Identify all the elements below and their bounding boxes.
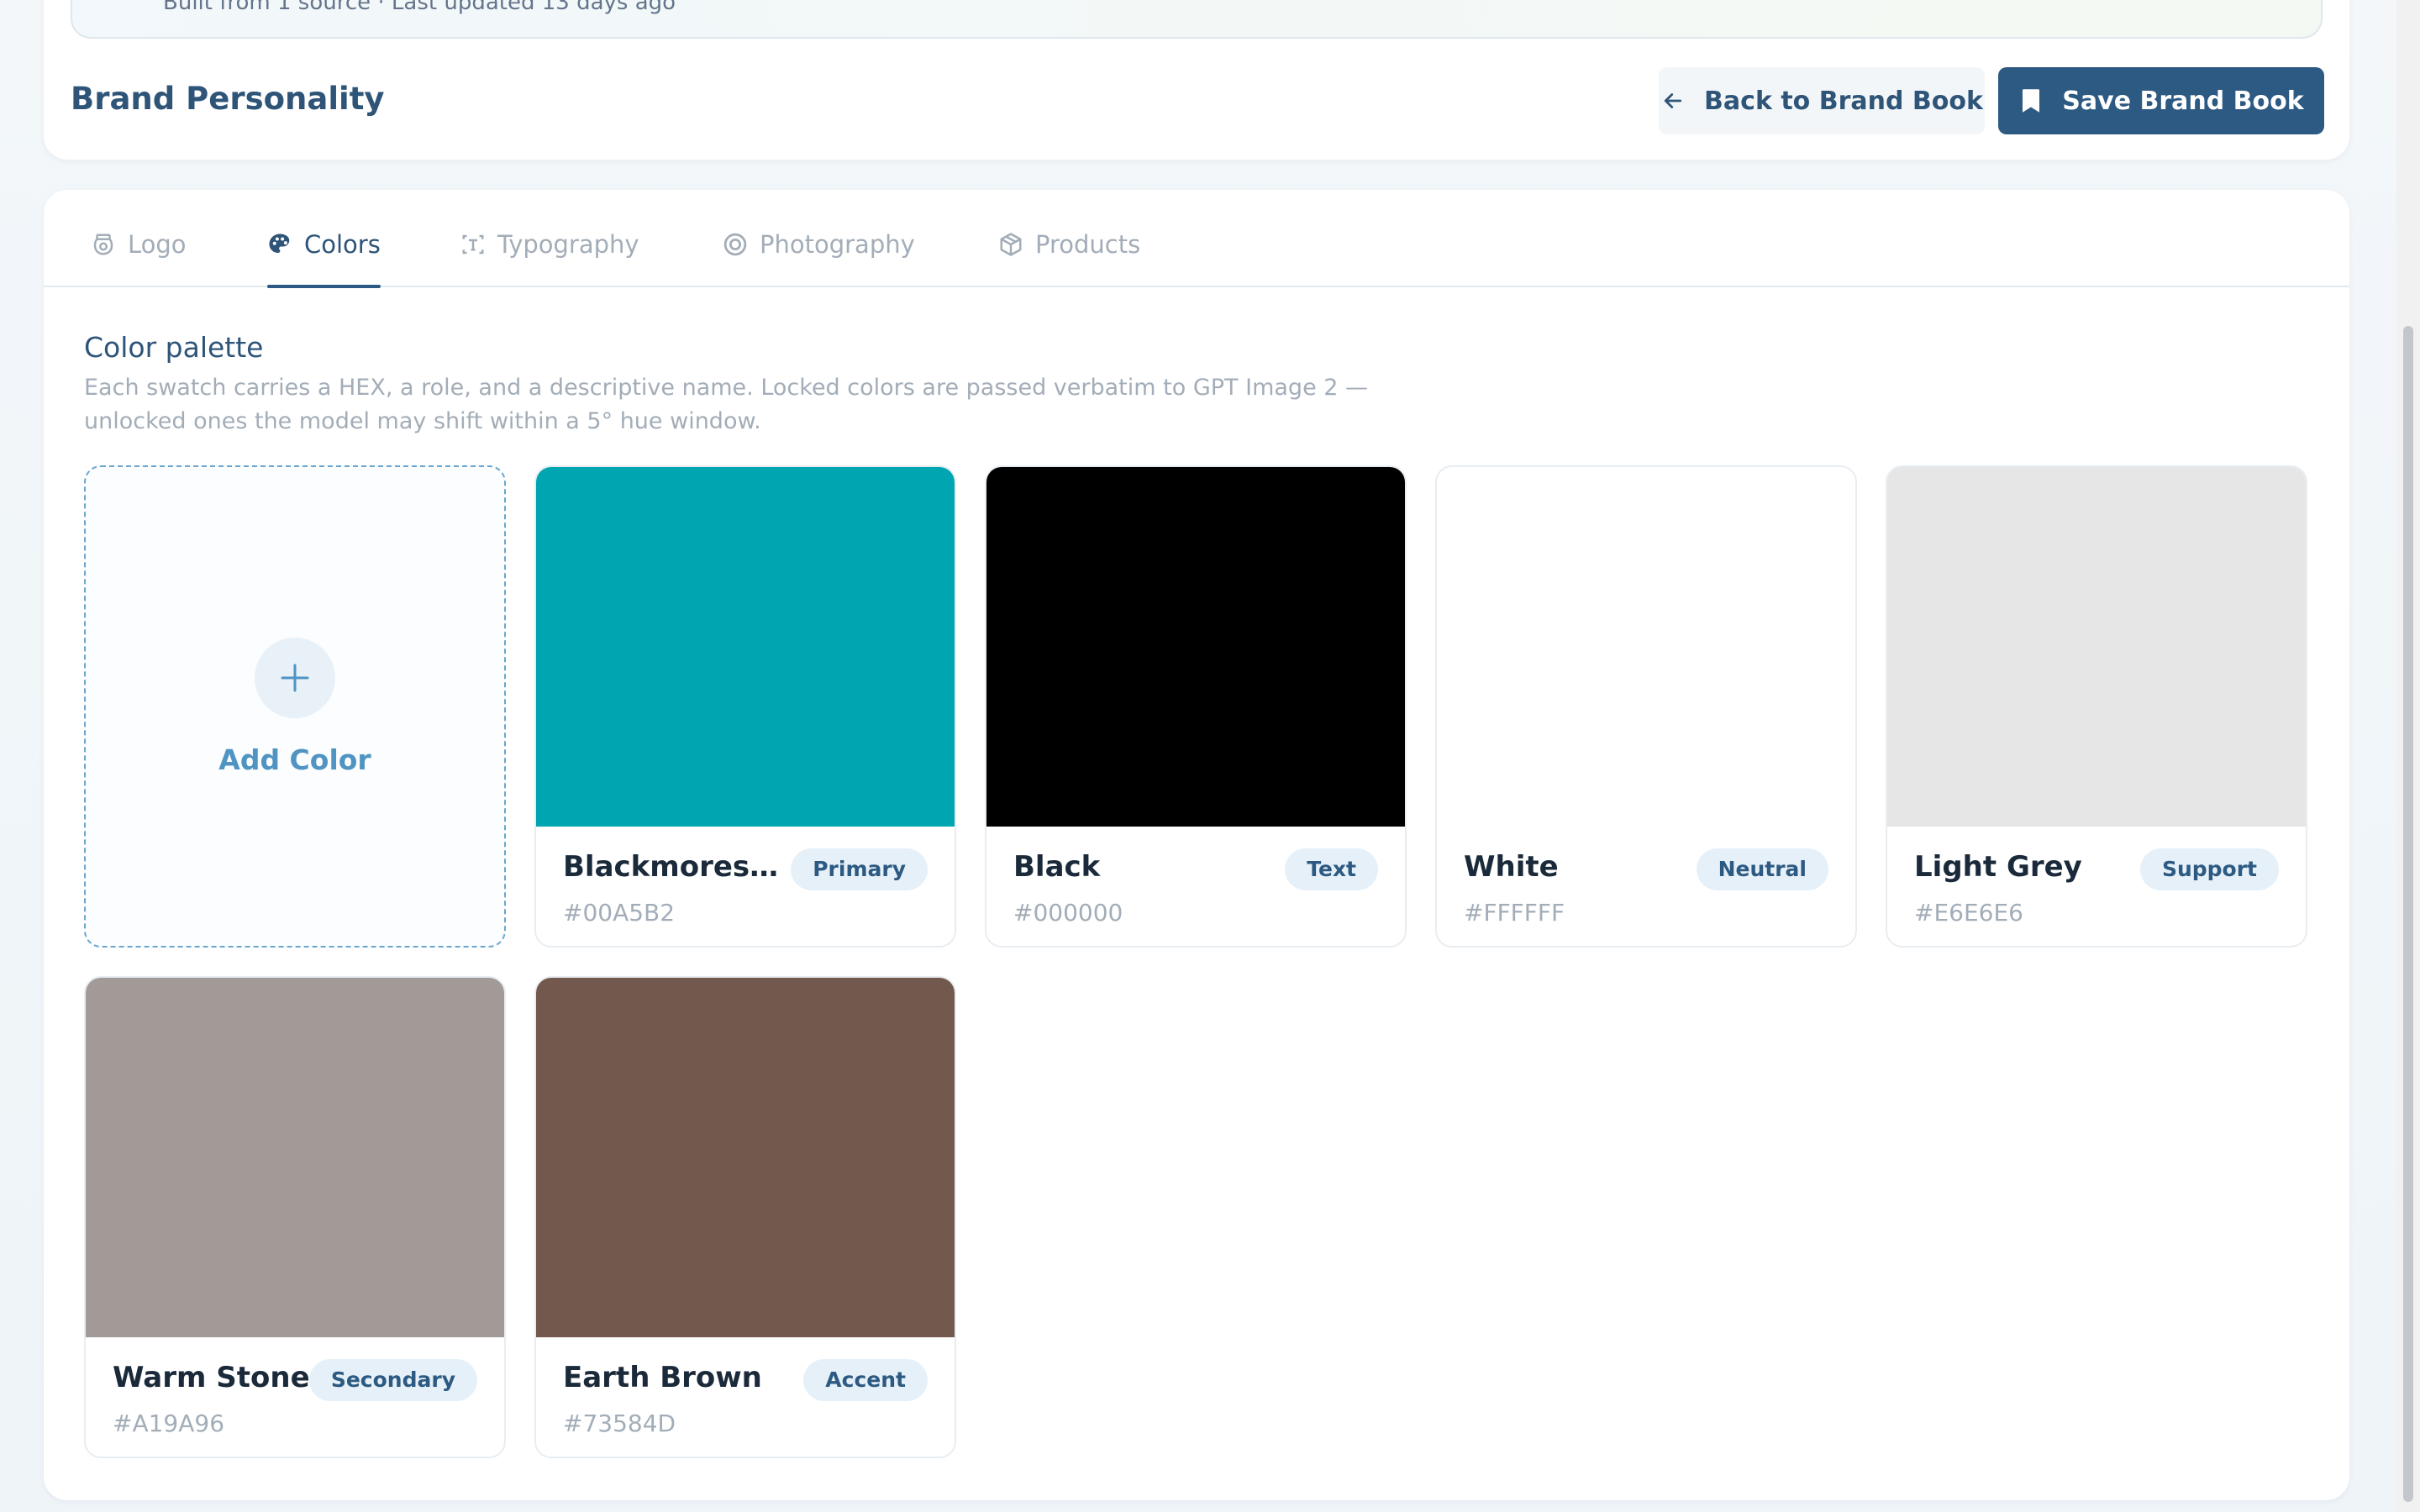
swatch-color (86, 978, 504, 1337)
swatch-name: White (1464, 850, 1559, 884)
role-badge: Support (2139, 848, 2279, 890)
swatch-name: Blackmores T... (563, 850, 781, 884)
source-meta: Built from 1 source · Last updated 13 da… (163, 0, 676, 15)
back-button-label: Back to Brand Book (1704, 86, 1983, 116)
swatch-hex: #A19A96 (113, 1410, 225, 1437)
tab-colors-label: Colors (304, 230, 381, 259)
page-title: Brand Personality (71, 81, 385, 117)
section-title: Color palette (84, 331, 264, 364)
role-badge: Secondary (308, 1359, 477, 1401)
add-color-label: Add Color (218, 743, 371, 776)
tab-photography-label: Photography (760, 230, 915, 259)
arrow-left-icon (1664, 93, 1682, 108)
logo-icon (93, 234, 113, 255)
add-color-button[interactable]: Add Color (84, 465, 506, 948)
swatch-color (1887, 467, 2306, 827)
swatch-card[interactable]: Earth Brown Accent #73584D (534, 976, 956, 1458)
section-description: Each swatch carries a HEX, a role, and a… (84, 375, 1369, 434)
tab-colors[interactable]: Colors (267, 230, 381, 288)
swatch-hex: #000000 (1013, 899, 1123, 927)
palette-icon (269, 234, 290, 253)
role-badge: Text (1285, 848, 1378, 890)
swatch-hex: #E6E6E6 (1914, 899, 2023, 927)
tab-logo-label: Logo (128, 230, 187, 259)
swatch-name: Light Grey (1914, 850, 2082, 884)
swatch-card[interactable]: Black Text #000000 (985, 465, 1407, 948)
tab-logo[interactable]: Logo (91, 230, 187, 287)
swatch-card[interactable]: Light Grey Support #E6E6E6 (1886, 465, 2307, 948)
tab-products[interactable]: Products (998, 230, 1140, 287)
swatch-hex: #00A5B2 (563, 899, 676, 927)
tab-photography[interactable]: Photography (723, 230, 915, 287)
tab-products-label: Products (1035, 230, 1141, 259)
save-button-label: Save Brand Book (2062, 86, 2304, 116)
tab-typography-label: Typography (497, 230, 639, 259)
brand-book-panel: Logo Colors Typography Photography Produ… (44, 190, 2349, 1500)
back-to-brand-book-button[interactable]: Back to Brand Book (1659, 67, 1985, 134)
scrollbar-thumb[interactable] (2403, 326, 2413, 1502)
box-icon (1000, 233, 1022, 256)
page-scrollbar[interactable] (2396, 0, 2420, 1512)
role-badge: Primary (791, 848, 928, 890)
add-color-circle (255, 637, 335, 718)
swatch-color (536, 467, 955, 827)
swatch-color (986, 467, 1405, 827)
swatch-hex: #FFFFFF (1464, 899, 1565, 927)
plus-icon (281, 664, 309, 691)
swatch-hex: #73584D (563, 1410, 676, 1437)
swatch-card[interactable]: Warm Stone Secondary #A19A96 (84, 976, 506, 1458)
role-badge: Accent (803, 1359, 928, 1401)
swatch-name: Earth Brown (563, 1361, 762, 1394)
tab-typography[interactable]: Typography (460, 230, 639, 287)
swatch-name: Warm Stone (113, 1361, 310, 1394)
header-card: Built from 1 source · Last updated 13 da… (44, 0, 2349, 160)
swatch-color (1437, 467, 1855, 827)
swatch-card[interactable]: White Neutral #FFFFFF (1435, 465, 1857, 948)
role-badge: Neutral (1696, 848, 1828, 890)
swatch-card[interactable]: Blackmores T... Primary #00A5B2 (534, 465, 956, 948)
swatch-name: Black (1013, 850, 1101, 884)
bookmark-icon (2023, 89, 2040, 113)
brand-summary-strip: Built from 1 source · Last updated 13 da… (71, 0, 2323, 39)
save-brand-book-button[interactable]: Save Brand Book (1998, 67, 2324, 134)
typography-icon (462, 234, 484, 255)
section-tabs: Logo Colors Typography Photography Produ… (44, 190, 2349, 288)
camera-icon (723, 233, 747, 256)
swatch-color (536, 978, 955, 1337)
